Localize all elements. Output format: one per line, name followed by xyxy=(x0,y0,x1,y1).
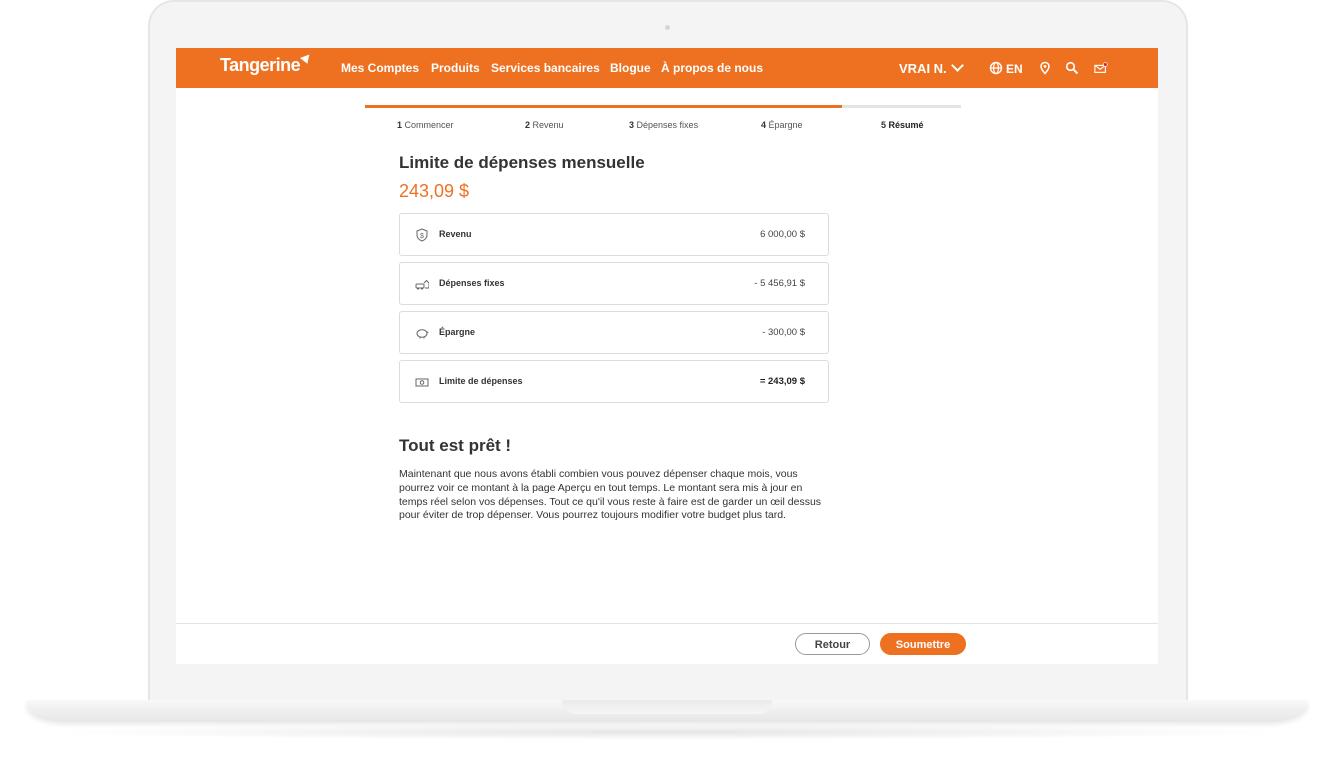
step-depenses-fixes[interactable]: 3 Dépenses fixes xyxy=(629,120,698,130)
step-revenu[interactable]: 2 Revenu xyxy=(525,120,564,130)
car-house-icon xyxy=(415,279,429,290)
summary-row-epargne: Épargne - 300,00 $ xyxy=(399,311,829,354)
app-screen: Tangerine Mes Comptes Produits Services … xyxy=(176,48,1158,664)
row-label: Limite de dépenses xyxy=(439,376,523,386)
row-label: Revenu xyxy=(439,229,472,239)
language-toggle[interactable]: EN xyxy=(1006,62,1023,76)
shield-dollar-icon: $ xyxy=(416,228,428,242)
globe-icon[interactable] xyxy=(989,61,1003,75)
step-commencer[interactable]: 1 Commencer xyxy=(397,120,454,130)
summary-row-revenu: $ Revenu 6 000,00 $ xyxy=(399,213,829,256)
step-resume[interactable]: 5 Résumé xyxy=(881,120,924,130)
svg-text:$: $ xyxy=(420,233,424,240)
step-label: Épargne xyxy=(768,120,803,130)
progress-bar-fill xyxy=(365,105,842,108)
ready-heading: Tout est prêt ! xyxy=(399,436,512,455)
webcam xyxy=(665,25,670,30)
piggy-bank-icon xyxy=(416,329,429,339)
mail-icon[interactable] xyxy=(1094,61,1108,75)
nav-a-propos[interactable]: À propos de nous xyxy=(661,61,763,75)
nav-services-bancaires[interactable]: Services bancaires xyxy=(491,61,600,75)
spending-limit-amount: 243,09 $ xyxy=(399,181,470,201)
footer-divider xyxy=(176,623,1158,624)
step-label: Résumé xyxy=(888,120,924,130)
step-number: 1 xyxy=(397,120,403,130)
chevron-down-icon xyxy=(950,59,964,72)
search-icon[interactable] xyxy=(1065,61,1079,75)
user-name: VRAI N. xyxy=(899,61,947,76)
row-value: - 300,00 $ xyxy=(762,327,805,338)
banknote-icon xyxy=(415,378,429,387)
back-button[interactable]: Retour xyxy=(795,633,870,655)
summary-row-depenses-fixes: Dépenses fixes - 5 456,91 $ xyxy=(399,262,829,305)
step-label: Commencer xyxy=(404,120,454,130)
nav-blogue[interactable]: Blogue xyxy=(610,61,651,75)
step-label: Revenu xyxy=(532,120,564,130)
laptop-notch xyxy=(562,700,772,714)
nav-mes-comptes[interactable]: Mes Comptes xyxy=(341,61,419,75)
row-label: Dépenses fixes xyxy=(439,278,505,288)
step-number: 4 xyxy=(761,120,767,130)
laptop-shadow xyxy=(40,724,1294,740)
nav-produits[interactable]: Produits xyxy=(431,61,480,75)
row-value: = 243,09 $ xyxy=(759,376,805,387)
top-navbar: Tangerine Mes Comptes Produits Services … xyxy=(176,48,1158,88)
location-pin-icon[interactable] xyxy=(1038,61,1052,75)
step-number: 2 xyxy=(525,120,531,130)
summary-row-limite: Limite de dépenses = 243,09 $ xyxy=(399,360,829,403)
row-value: - 5 456,91 $ xyxy=(754,278,805,289)
step-number: 5 xyxy=(881,120,887,130)
progress-bar xyxy=(365,105,961,108)
ready-description: Maintenant que nous avons établi combien… xyxy=(399,468,822,522)
page-title: Limite de dépenses mensuelle xyxy=(399,153,645,172)
step-label: Dépenses fixes xyxy=(636,120,699,130)
row-value: 6 000,00 $ xyxy=(760,229,805,240)
step-epargne[interactable]: 4 Épargne xyxy=(761,120,803,130)
tangerine-logo[interactable]: Tangerine xyxy=(220,55,301,76)
logo-arrow-icon xyxy=(299,54,313,66)
row-label: Épargne xyxy=(439,327,476,337)
step-number: 3 xyxy=(629,120,635,130)
submit-button[interactable]: Soumettre xyxy=(880,633,966,655)
user-menu[interactable]: VRAI N. xyxy=(899,59,964,76)
